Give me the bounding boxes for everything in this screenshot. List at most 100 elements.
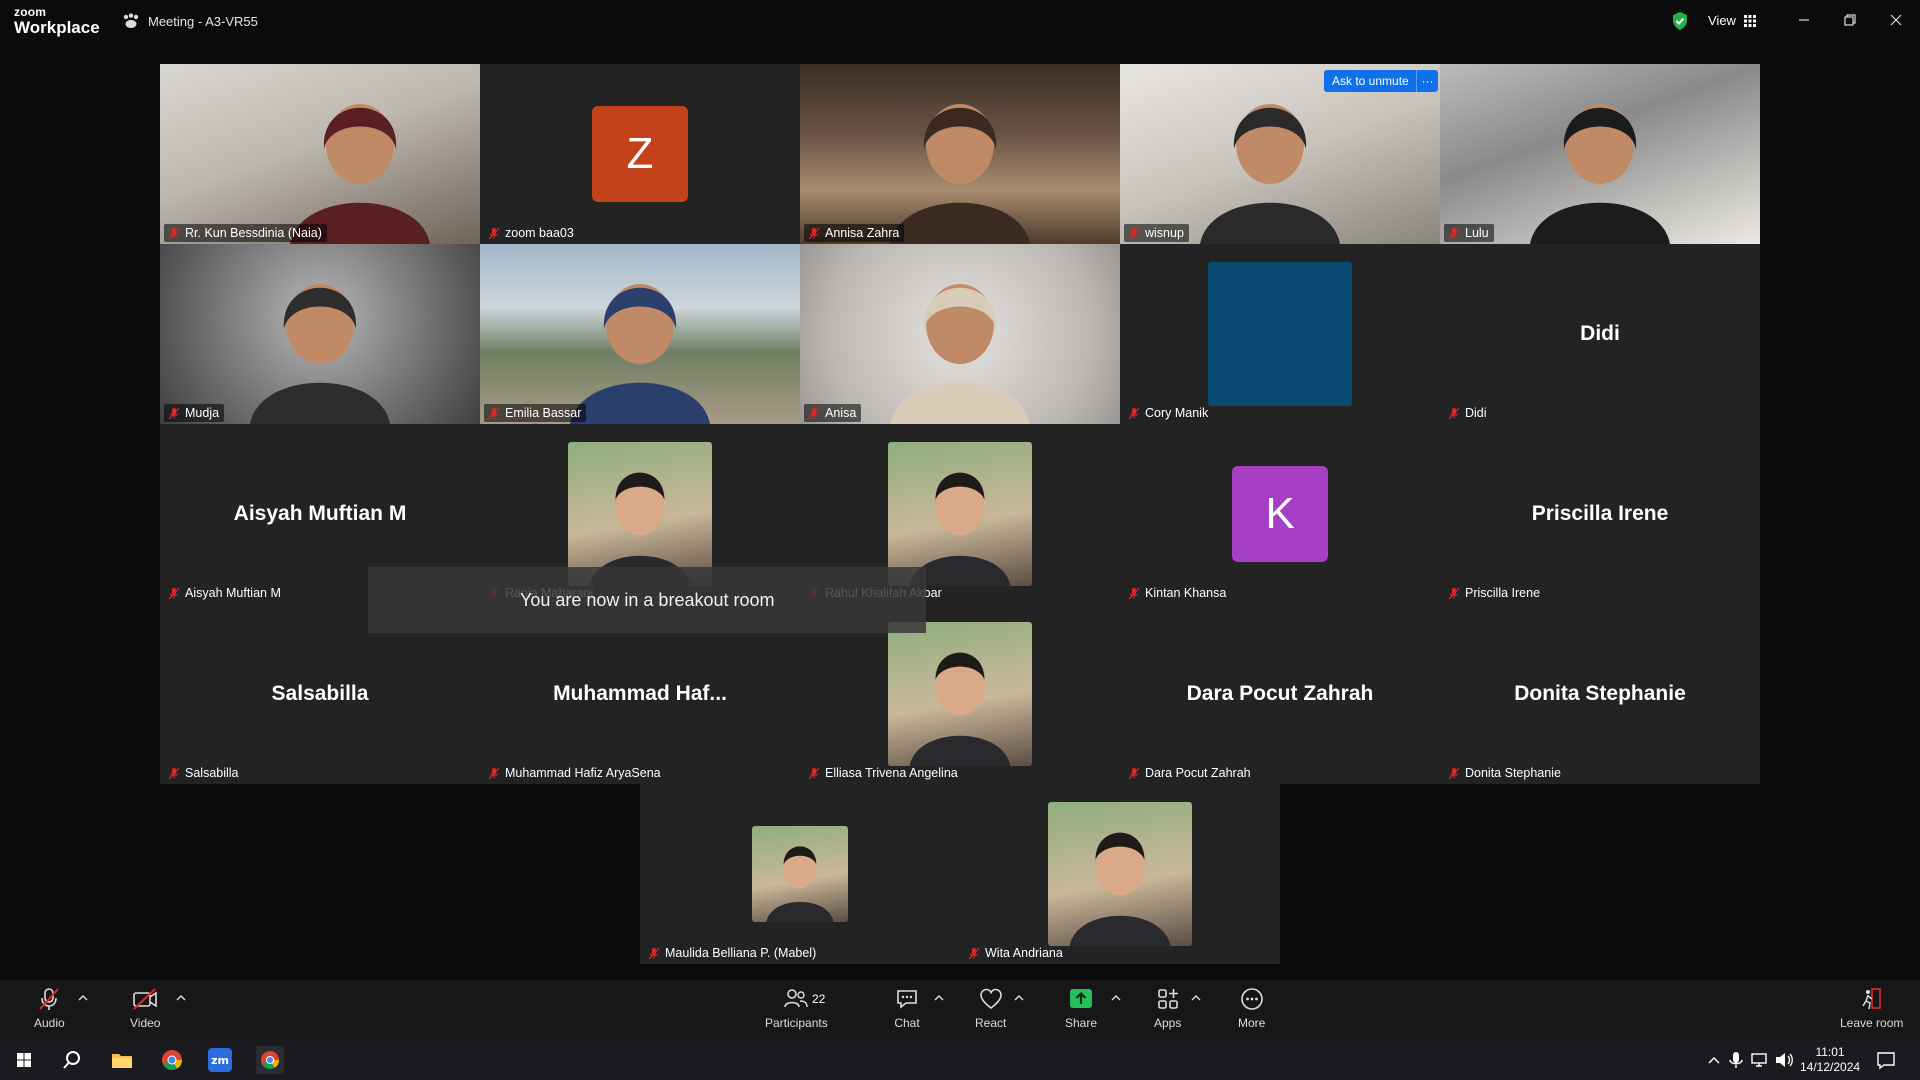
camera-off-icon xyxy=(133,988,158,1010)
participant-tile[interactable]: Annisa Zahra xyxy=(800,64,1120,244)
participant-avatar xyxy=(1208,262,1352,406)
apps-options-caret-icon[interactable] xyxy=(1191,994,1201,1002)
mic-muted-icon xyxy=(808,767,820,779)
minimize-icon[interactable] xyxy=(1794,10,1814,30)
participant-display-name: Dara Pocut Zahrah xyxy=(1186,682,1374,705)
meeting-toolbar: Audio Video Participants 22 Chat React S… xyxy=(0,980,1920,1040)
participant-name-label: Priscilla Irene xyxy=(1444,584,1545,602)
react-options-caret-icon[interactable] xyxy=(1014,994,1024,1002)
participant-tile[interactable]: Didi Didi xyxy=(1440,244,1760,424)
close-icon[interactable] xyxy=(1886,10,1906,30)
participant-name: Didi xyxy=(1465,406,1487,420)
mic-muted-icon xyxy=(968,947,980,959)
participant-display-name: Aisyah Muftian M xyxy=(233,502,407,525)
participant-name: Salsabilla xyxy=(185,766,239,780)
search-icon[interactable] xyxy=(58,1046,86,1074)
participant-tile[interactable]: K Kintan Khansa xyxy=(1120,424,1440,604)
zoom-app-icon[interactable]: zm xyxy=(206,1046,234,1074)
volume-icon[interactable] xyxy=(1770,1046,1798,1074)
audio-button[interactable]: Audio xyxy=(34,986,65,1030)
participant-name-label: Donita Stephanie xyxy=(1444,764,1566,782)
notifications-icon[interactable] xyxy=(1872,1046,1900,1074)
encryption-shield-icon[interactable] xyxy=(1671,11,1689,31)
participant-tile[interactable]: Anisa xyxy=(800,244,1120,424)
meeting-info[interactable]: Meeting - A3-VR55 xyxy=(122,13,258,29)
zoom-logo: zoom Workplace xyxy=(14,5,100,37)
profile-photo xyxy=(752,826,848,922)
participant-tile[interactable]: Dara Pocut Zahrah Dara Pocut Zahrah xyxy=(1120,604,1440,784)
participant-name-label: Mudja xyxy=(164,404,225,422)
ask-to-unmute-button[interactable]: Ask to unmute xyxy=(1324,70,1417,92)
participant-name: Elliasa Trivena Angelina xyxy=(825,766,958,780)
participant-tile[interactable]: Mudja xyxy=(160,244,480,424)
participants-count: 22 xyxy=(812,992,826,1006)
participant-display-name: Muhammad Haf... xyxy=(553,682,727,705)
chat-button[interactable]: Chat xyxy=(894,986,920,1030)
profile-photo xyxy=(568,442,712,586)
share-options-caret-icon[interactable] xyxy=(1111,994,1121,1002)
apps-icon xyxy=(1157,989,1178,1009)
participant-name-label: Rr. Kun Bessdinia (Naia) xyxy=(164,224,327,242)
react-button[interactable]: React xyxy=(975,986,1006,1030)
participant-name-label: Cory Manik xyxy=(1124,404,1213,422)
participant-name: zoom baa03 xyxy=(505,226,574,240)
participant-name: Rr. Kun Bessdinia (Naia) xyxy=(185,226,322,240)
system-clock[interactable]: 11:01 14/12/2024 xyxy=(1800,1045,1860,1075)
participant-tile[interactable]: Donita Stephanie Donita Stephanie xyxy=(1440,604,1760,784)
participant-video xyxy=(800,64,1120,244)
chrome-active-icon[interactable] xyxy=(256,1046,284,1074)
participants-icon xyxy=(784,989,809,1008)
mic-muted-icon xyxy=(168,227,180,239)
mic-muted-icon xyxy=(488,227,500,239)
participant-name-label: Anisa xyxy=(804,404,862,422)
more-button[interactable]: More xyxy=(1238,986,1265,1030)
participant-display-name: Salsabilla xyxy=(271,682,369,705)
profile-photo xyxy=(1048,802,1192,946)
participant-display-name: Donita Stephanie xyxy=(1514,682,1686,705)
title-bar: zoom Workplace Meeting - A3-VR55 View xyxy=(0,0,1920,44)
participant-name-label: Aisyah Muftian M xyxy=(164,584,286,602)
participant-name-label: wisnup xyxy=(1124,224,1189,242)
chat-options-caret-icon[interactable] xyxy=(934,994,944,1002)
video-options-caret-icon[interactable] xyxy=(176,994,186,1002)
participant-name: Kintan Khansa xyxy=(1145,586,1227,600)
svg-text:zm: zm xyxy=(211,1054,229,1067)
participant-tile[interactable]: Lulu xyxy=(1440,64,1760,244)
participant-tile[interactable]: Maulida Belliana P. (Mabel) xyxy=(640,784,960,964)
participant-name: Priscilla Irene xyxy=(1465,586,1541,600)
participant-name-label: Maulida Belliana P. (Mabel) xyxy=(644,944,821,962)
participant-name: Muhammad Hafiz AryaSena xyxy=(505,766,661,780)
video-grid: Rr. Kun Bessdinia (Naia) Zzoom baa03 Anni… xyxy=(0,44,1920,980)
participant-name: Lulu xyxy=(1465,226,1489,240)
participant-tile[interactable]: Zzoom baa03 xyxy=(480,64,800,244)
mic-muted-icon xyxy=(1448,587,1460,599)
participant-tile[interactable]: Priscilla Irene Priscilla Irene xyxy=(1440,424,1760,604)
mic-muted-icon xyxy=(488,407,500,419)
mic-muted-icon xyxy=(1128,407,1140,419)
leave-room-button[interactable]: Leave room xyxy=(1840,986,1903,1030)
participant-tile[interactable]: Cory Manik xyxy=(1120,244,1440,424)
participant-name: Dara Pocut Zahrah xyxy=(1145,766,1251,780)
participant-video xyxy=(800,244,1120,424)
file-explorer-icon[interactable] xyxy=(108,1046,136,1074)
chrome-icon[interactable] xyxy=(158,1046,186,1074)
grid-icon xyxy=(1743,14,1756,27)
meeting-title: Meeting - A3-VR55 xyxy=(148,13,258,29)
apps-button[interactable]: Apps xyxy=(1154,986,1181,1030)
participant-tile[interactable]: Emilia Bassar xyxy=(480,244,800,424)
mic-muted-icon xyxy=(1128,227,1140,239)
participant-tile[interactable]: Wita Andriana xyxy=(960,784,1280,964)
participant-tile[interactable]: Rr. Kun Bessdinia (Naia) xyxy=(160,64,480,244)
heart-icon xyxy=(979,988,1002,1010)
restore-icon[interactable] xyxy=(1840,10,1860,30)
view-button[interactable]: View xyxy=(1708,13,1756,28)
breakout-room-toast: You are now in a breakout room xyxy=(368,567,926,633)
toast-text: You are now in a breakout room xyxy=(520,589,775,610)
share-button[interactable]: Share xyxy=(1065,986,1097,1030)
participant-name-label: Annisa Zahra xyxy=(804,224,905,242)
video-button[interactable]: Video xyxy=(130,986,160,1030)
audio-options-caret-icon[interactable] xyxy=(78,994,88,1002)
mic-muted-icon xyxy=(168,407,180,419)
tile-more-button[interactable]: ··· xyxy=(1416,70,1438,92)
windows-start-icon[interactable] xyxy=(10,1046,38,1074)
